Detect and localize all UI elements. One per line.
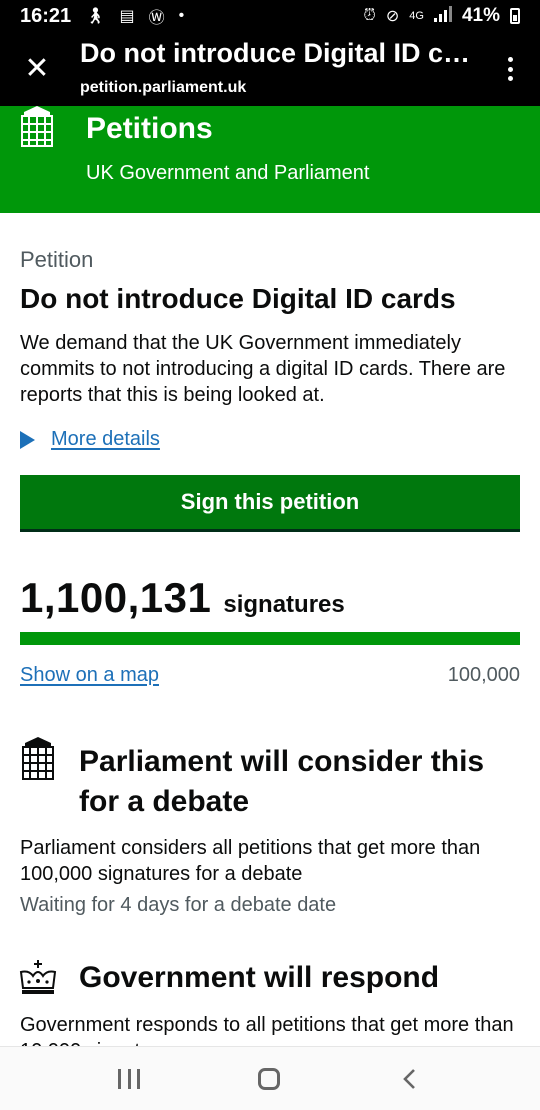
debate-description: Parliament considers all petitions that …: [20, 837, 481, 885]
status-time: 16:21: [20, 4, 72, 27]
page-title: Do not introduce Digital ID cards: [80, 38, 475, 68]
site-subtitle: UK Government and Parliament: [86, 162, 370, 184]
browser-toolbar: ✕ Do not introduce Digital ID cards peti…: [0, 32, 540, 106]
signature-counter: 1,100,131 signatures: [20, 574, 345, 622]
more-details-toggle[interactable]: More details: [20, 428, 160, 451]
status-bar: 16:21 🚶︎ ▤ Ⓦ • ⏰︎ ⊘ 4G 41%: [0, 0, 540, 32]
debate-heading: Parliament will consider this for a deba…: [79, 745, 485, 818]
more-options-icon[interactable]: [502, 54, 518, 84]
response-heading: Government will respond: [79, 961, 440, 994]
recent-apps-icon[interactable]: [118, 1069, 140, 1089]
dot-icon: •: [178, 7, 185, 24]
portcullis-icon: [21, 106, 53, 147]
signature-label: signatures: [223, 591, 345, 618]
signal-icon: [433, 5, 452, 27]
calendar-icon: ▤: [119, 8, 135, 25]
petition-label: Petition: [20, 247, 94, 272]
site-header: Petitions UK Government and Parliament: [0, 106, 540, 213]
battery-icon: [510, 8, 520, 24]
network-4g-icon: 4G: [409, 9, 424, 22]
debate-status: Waiting for 4 days for a debate date: [20, 894, 337, 916]
show-on-map-link[interactable]: Show on a map: [20, 664, 159, 687]
triangle-right-icon: [20, 430, 35, 449]
site-title[interactable]: Petitions: [86, 112, 213, 146]
close-icon[interactable]: ✕: [22, 54, 52, 84]
signature-progress-fill: [20, 632, 520, 645]
home-icon[interactable]: [258, 1068, 280, 1090]
more-details-link[interactable]: More details: [51, 428, 160, 451]
portcullis-icon: [22, 737, 54, 780]
battery-percent: 41%: [461, 5, 500, 26]
petition-description: We demand that the UK Government immedia…: [20, 332, 506, 406]
sign-petition-button[interactable]: Sign this petition: [20, 475, 520, 529]
page-url[interactable]: petition.parliament.uk: [80, 79, 246, 97]
alarm-icon: ⏰︎: [363, 7, 376, 24]
signature-threshold: 100,000: [447, 664, 520, 686]
back-icon[interactable]: [398, 1067, 422, 1091]
petition-title: Do not introduce Digital ID cards: [20, 283, 456, 314]
crown-icon: [19, 960, 57, 994]
response-description: Government responds to all petitions tha…: [20, 1014, 514, 1046]
signature-count: 1,100,131: [20, 574, 212, 621]
signature-progress-bar: [20, 632, 520, 645]
navigation-bar: [0, 1046, 540, 1110]
w-icon: Ⓦ: [148, 10, 165, 27]
mute-icon: ⊘: [385, 8, 400, 25]
walk-icon: 🚶︎: [85, 8, 106, 25]
